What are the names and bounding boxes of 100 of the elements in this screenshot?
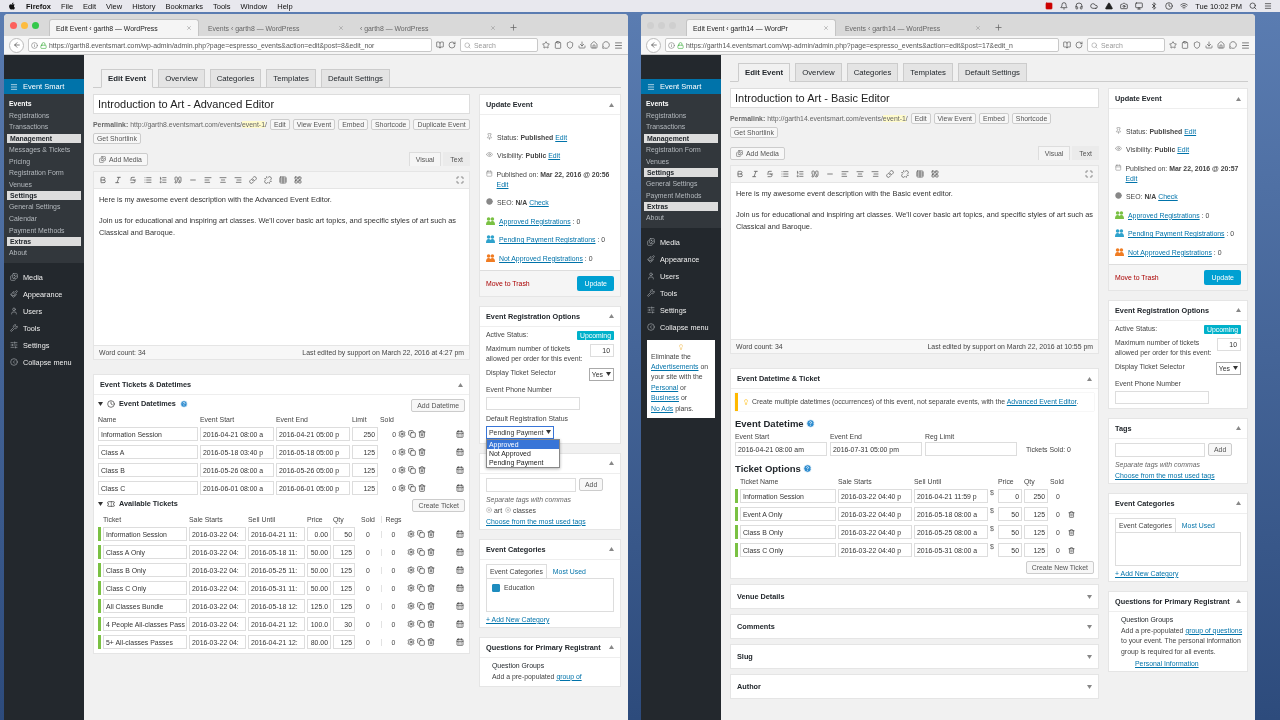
back-button[interactable] — [646, 37, 661, 53]
bulleted-list-icon[interactable] — [781, 170, 789, 178]
expand-arrow-icon[interactable] — [1087, 654, 1092, 659]
remove-icon[interactable] — [505, 507, 512, 514]
copy-icon[interactable] — [408, 448, 416, 456]
gear-icon[interactable] — [407, 584, 415, 592]
wifi-icon[interactable] — [1180, 2, 1189, 10]
horizontal-line-icon[interactable] — [826, 170, 834, 178]
gear-icon[interactable] — [407, 548, 415, 556]
trash-icon[interactable] — [427, 548, 435, 556]
trash-icon[interactable] — [1068, 546, 1075, 554]
trash-icon[interactable] — [1068, 510, 1075, 518]
trash-icon[interactable] — [427, 638, 435, 646]
close-window-button[interactable] — [10, 21, 17, 29]
strikethrough-icon[interactable] — [766, 170, 774, 178]
clipboard-icon[interactable] — [554, 41, 562, 49]
calendar-icon[interactable] — [456, 584, 464, 592]
align-left-icon[interactable] — [204, 176, 212, 184]
copy-icon[interactable] — [408, 484, 416, 492]
tag-field[interactable] — [1115, 442, 1205, 457]
italic-icon[interactable] — [114, 176, 122, 184]
new-tab-button[interactable] — [994, 23, 1003, 32]
collapse-arrow-icon[interactable] — [609, 102, 614, 107]
numbered-list-icon[interactable] — [796, 170, 804, 178]
menu-icon[interactable] — [1241, 40, 1250, 50]
trash-icon[interactable] — [418, 448, 426, 456]
copy-icon[interactable] — [417, 530, 425, 538]
date-field[interactable] — [925, 442, 1017, 457]
back-button[interactable] — [9, 37, 24, 53]
trash-icon[interactable] — [427, 602, 435, 610]
reload-icon[interactable] — [448, 41, 456, 49]
gear-icon[interactable] — [407, 620, 415, 628]
collapse-arrow-icon[interactable] — [1236, 308, 1241, 313]
search-icon[interactable] — [1249, 2, 1257, 10]
copy-icon[interactable] — [417, 548, 425, 556]
camera-icon[interactable] — [1120, 2, 1129, 10]
shield-icon[interactable] — [1193, 41, 1201, 49]
star-icon[interactable] — [542, 41, 550, 49]
collapse-arrow-icon[interactable] — [609, 314, 614, 319]
trash-icon[interactable] — [418, 430, 426, 438]
calendar-icon[interactable] — [456, 530, 464, 538]
copy-icon[interactable] — [417, 602, 425, 610]
clipboard-icon[interactable] — [1181, 41, 1189, 49]
collapse-arrow-icon[interactable] — [1236, 426, 1241, 431]
grid-icon[interactable] — [294, 176, 302, 184]
link-icon[interactable] — [249, 176, 257, 184]
collapse-arrow-icon[interactable] — [1236, 501, 1241, 506]
unlink-icon[interactable] — [901, 170, 909, 178]
align-right-icon[interactable] — [234, 176, 242, 184]
link-icon[interactable] — [886, 170, 894, 178]
gear-icon[interactable] — [398, 430, 406, 438]
calendar-icon[interactable] — [456, 548, 464, 556]
gear-icon[interactable] — [407, 602, 415, 610]
fullscreen-icon[interactable] — [456, 176, 464, 184]
remove-icon[interactable] — [486, 507, 492, 514]
copy-icon[interactable] — [417, 584, 425, 592]
bluetooth-icon[interactable] — [1150, 2, 1159, 10]
reader-icon[interactable] — [1063, 41, 1071, 49]
calendar-icon[interactable] — [456, 566, 464, 574]
cloud-icon[interactable] — [1090, 2, 1099, 10]
align-center-icon[interactable] — [219, 176, 227, 184]
quote-icon[interactable] — [811, 170, 819, 178]
unlink-icon[interactable] — [264, 176, 272, 184]
menu-icon[interactable] — [1264, 2, 1272, 10]
gear-icon[interactable] — [407, 530, 415, 538]
monitor-icon[interactable] — [1135, 2, 1144, 10]
trash-icon[interactable] — [427, 620, 435, 628]
table-icon[interactable] — [279, 176, 287, 184]
text-field[interactable] — [486, 396, 580, 410]
shield-icon[interactable] — [566, 41, 574, 49]
gear-icon[interactable] — [398, 448, 406, 456]
trash-icon[interactable] — [427, 584, 435, 592]
calendar-icon[interactable] — [456, 466, 464, 474]
bulleted-list-icon[interactable] — [144, 176, 152, 184]
apple-icon[interactable] — [8, 2, 16, 10]
chat-icon[interactable] — [602, 41, 610, 49]
expand-arrow-icon[interactable] — [1087, 594, 1092, 599]
copy-icon[interactable] — [417, 566, 425, 574]
home-icon[interactable] — [1217, 41, 1225, 49]
collapse-arrow-icon[interactable] — [609, 547, 614, 552]
collapse-arrow-icon[interactable] — [1236, 96, 1241, 101]
calendar-icon[interactable] — [456, 448, 464, 456]
bold-icon[interactable] — [99, 176, 107, 184]
align-center-icon[interactable] — [856, 170, 864, 178]
calendar-icon[interactable] — [456, 484, 464, 492]
collapse-arrow-icon[interactable] — [1087, 376, 1092, 381]
calendar-icon[interactable] — [456, 430, 464, 438]
headphones-icon[interactable] — [1075, 2, 1084, 10]
reload-icon[interactable] — [1075, 41, 1083, 49]
table-icon[interactable] — [916, 170, 924, 178]
bold-icon[interactable] — [736, 170, 744, 178]
calendar-icon[interactable] — [456, 602, 464, 610]
calendar-icon[interactable] — [456, 620, 464, 628]
copy-icon[interactable] — [408, 466, 416, 474]
gear-icon[interactable] — [398, 466, 406, 474]
copy-icon[interactable] — [417, 638, 425, 646]
numbered-list-icon[interactable] — [159, 176, 167, 184]
checkbox[interactable] — [492, 583, 500, 592]
square-icon[interactable] — [1045, 2, 1054, 10]
clock-icon[interactable] — [1165, 2, 1174, 10]
